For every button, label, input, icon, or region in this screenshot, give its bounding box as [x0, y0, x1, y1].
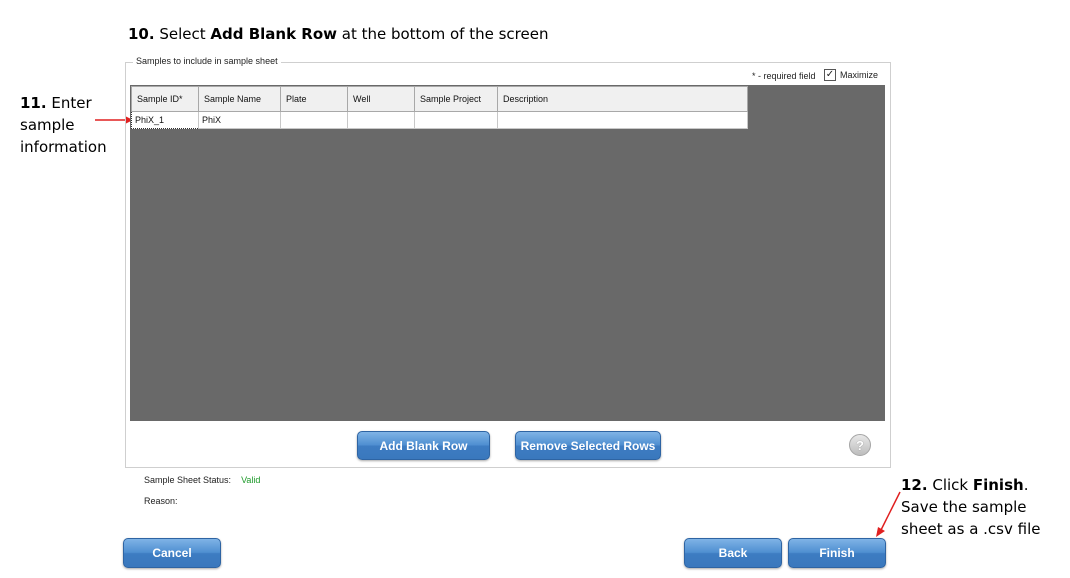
step-12-text-post: . [1023, 476, 1029, 494]
column-header-description[interactable]: Description [497, 86, 748, 112]
step-12-bold: Finish [972, 476, 1024, 494]
remove-selected-rows-button[interactable]: Remove Selected Rows [515, 431, 661, 460]
step-12-text-pre: Click [927, 476, 973, 494]
step-10-text-post: at the bottom of the screen [336, 25, 549, 43]
help-icon[interactable]: ? [849, 434, 871, 456]
add-blank-row-button[interactable]: Add Blank Row [357, 431, 490, 460]
required-field-note: * - required field [752, 71, 816, 81]
step-10-instruction: 10. Select Add Blank Row at the bottom o… [128, 25, 548, 43]
column-header-sample-project[interactable]: Sample Project [414, 86, 498, 112]
cell-sample-project[interactable] [414, 111, 498, 129]
cell-well[interactable] [347, 111, 415, 129]
maximize-toggle[interactable]: ✓ Maximize [824, 69, 878, 81]
step-10-bold: Add Blank Row [210, 25, 337, 43]
step-11-number: 11. [20, 94, 47, 112]
cell-sample-id[interactable]: PhiX_1 [131, 111, 199, 129]
maximize-checkbox[interactable]: ✓ [824, 69, 836, 81]
cell-plate[interactable] [280, 111, 348, 129]
status-badge: Valid [241, 475, 261, 485]
cell-sample-name[interactable]: PhiX [198, 111, 281, 129]
sample-grid[interactable] [130, 85, 885, 421]
sample-table: Sample ID* Sample Name Plate Well Sample… [131, 86, 748, 129]
maximize-label: Maximize [840, 70, 879, 80]
samples-group-legend: Samples to include in sample sheet [133, 56, 281, 66]
step-12-instruction: 12. Click Finish. Save the sample sheet … [901, 474, 1070, 540]
sample-sheet-status: Sample Sheet Status: Valid [144, 475, 260, 485]
table-row[interactable]: PhiX_1 PhiX [131, 111, 748, 129]
column-header-sample-name[interactable]: Sample Name [198, 86, 281, 112]
column-header-plate[interactable]: Plate [280, 86, 348, 112]
cell-description[interactable] [497, 111, 748, 129]
checkmark-icon: ✓ [825, 69, 835, 80]
step-10-number: 10. [128, 25, 155, 43]
reason-label: Reason: [144, 496, 178, 506]
back-button[interactable]: Back [684, 538, 782, 568]
table-header-row: Sample ID* Sample Name Plate Well Sample… [131, 86, 748, 112]
cancel-button[interactable]: Cancel [123, 538, 221, 568]
status-label: Sample Sheet Status: [144, 475, 232, 485]
step-10-text-pre: Select [154, 25, 211, 43]
step-12-number: 12. [901, 476, 928, 494]
column-header-sample-id[interactable]: Sample ID* [131, 86, 199, 112]
step-12-line-2: Save the sample sheet as a .csv file [901, 498, 1041, 538]
column-header-well[interactable]: Well [347, 86, 415, 112]
finish-button[interactable]: Finish [788, 538, 886, 568]
step-12-line-1: 12. Click Finish. [901, 474, 1070, 496]
step-12-arrow-icon [876, 491, 901, 537]
